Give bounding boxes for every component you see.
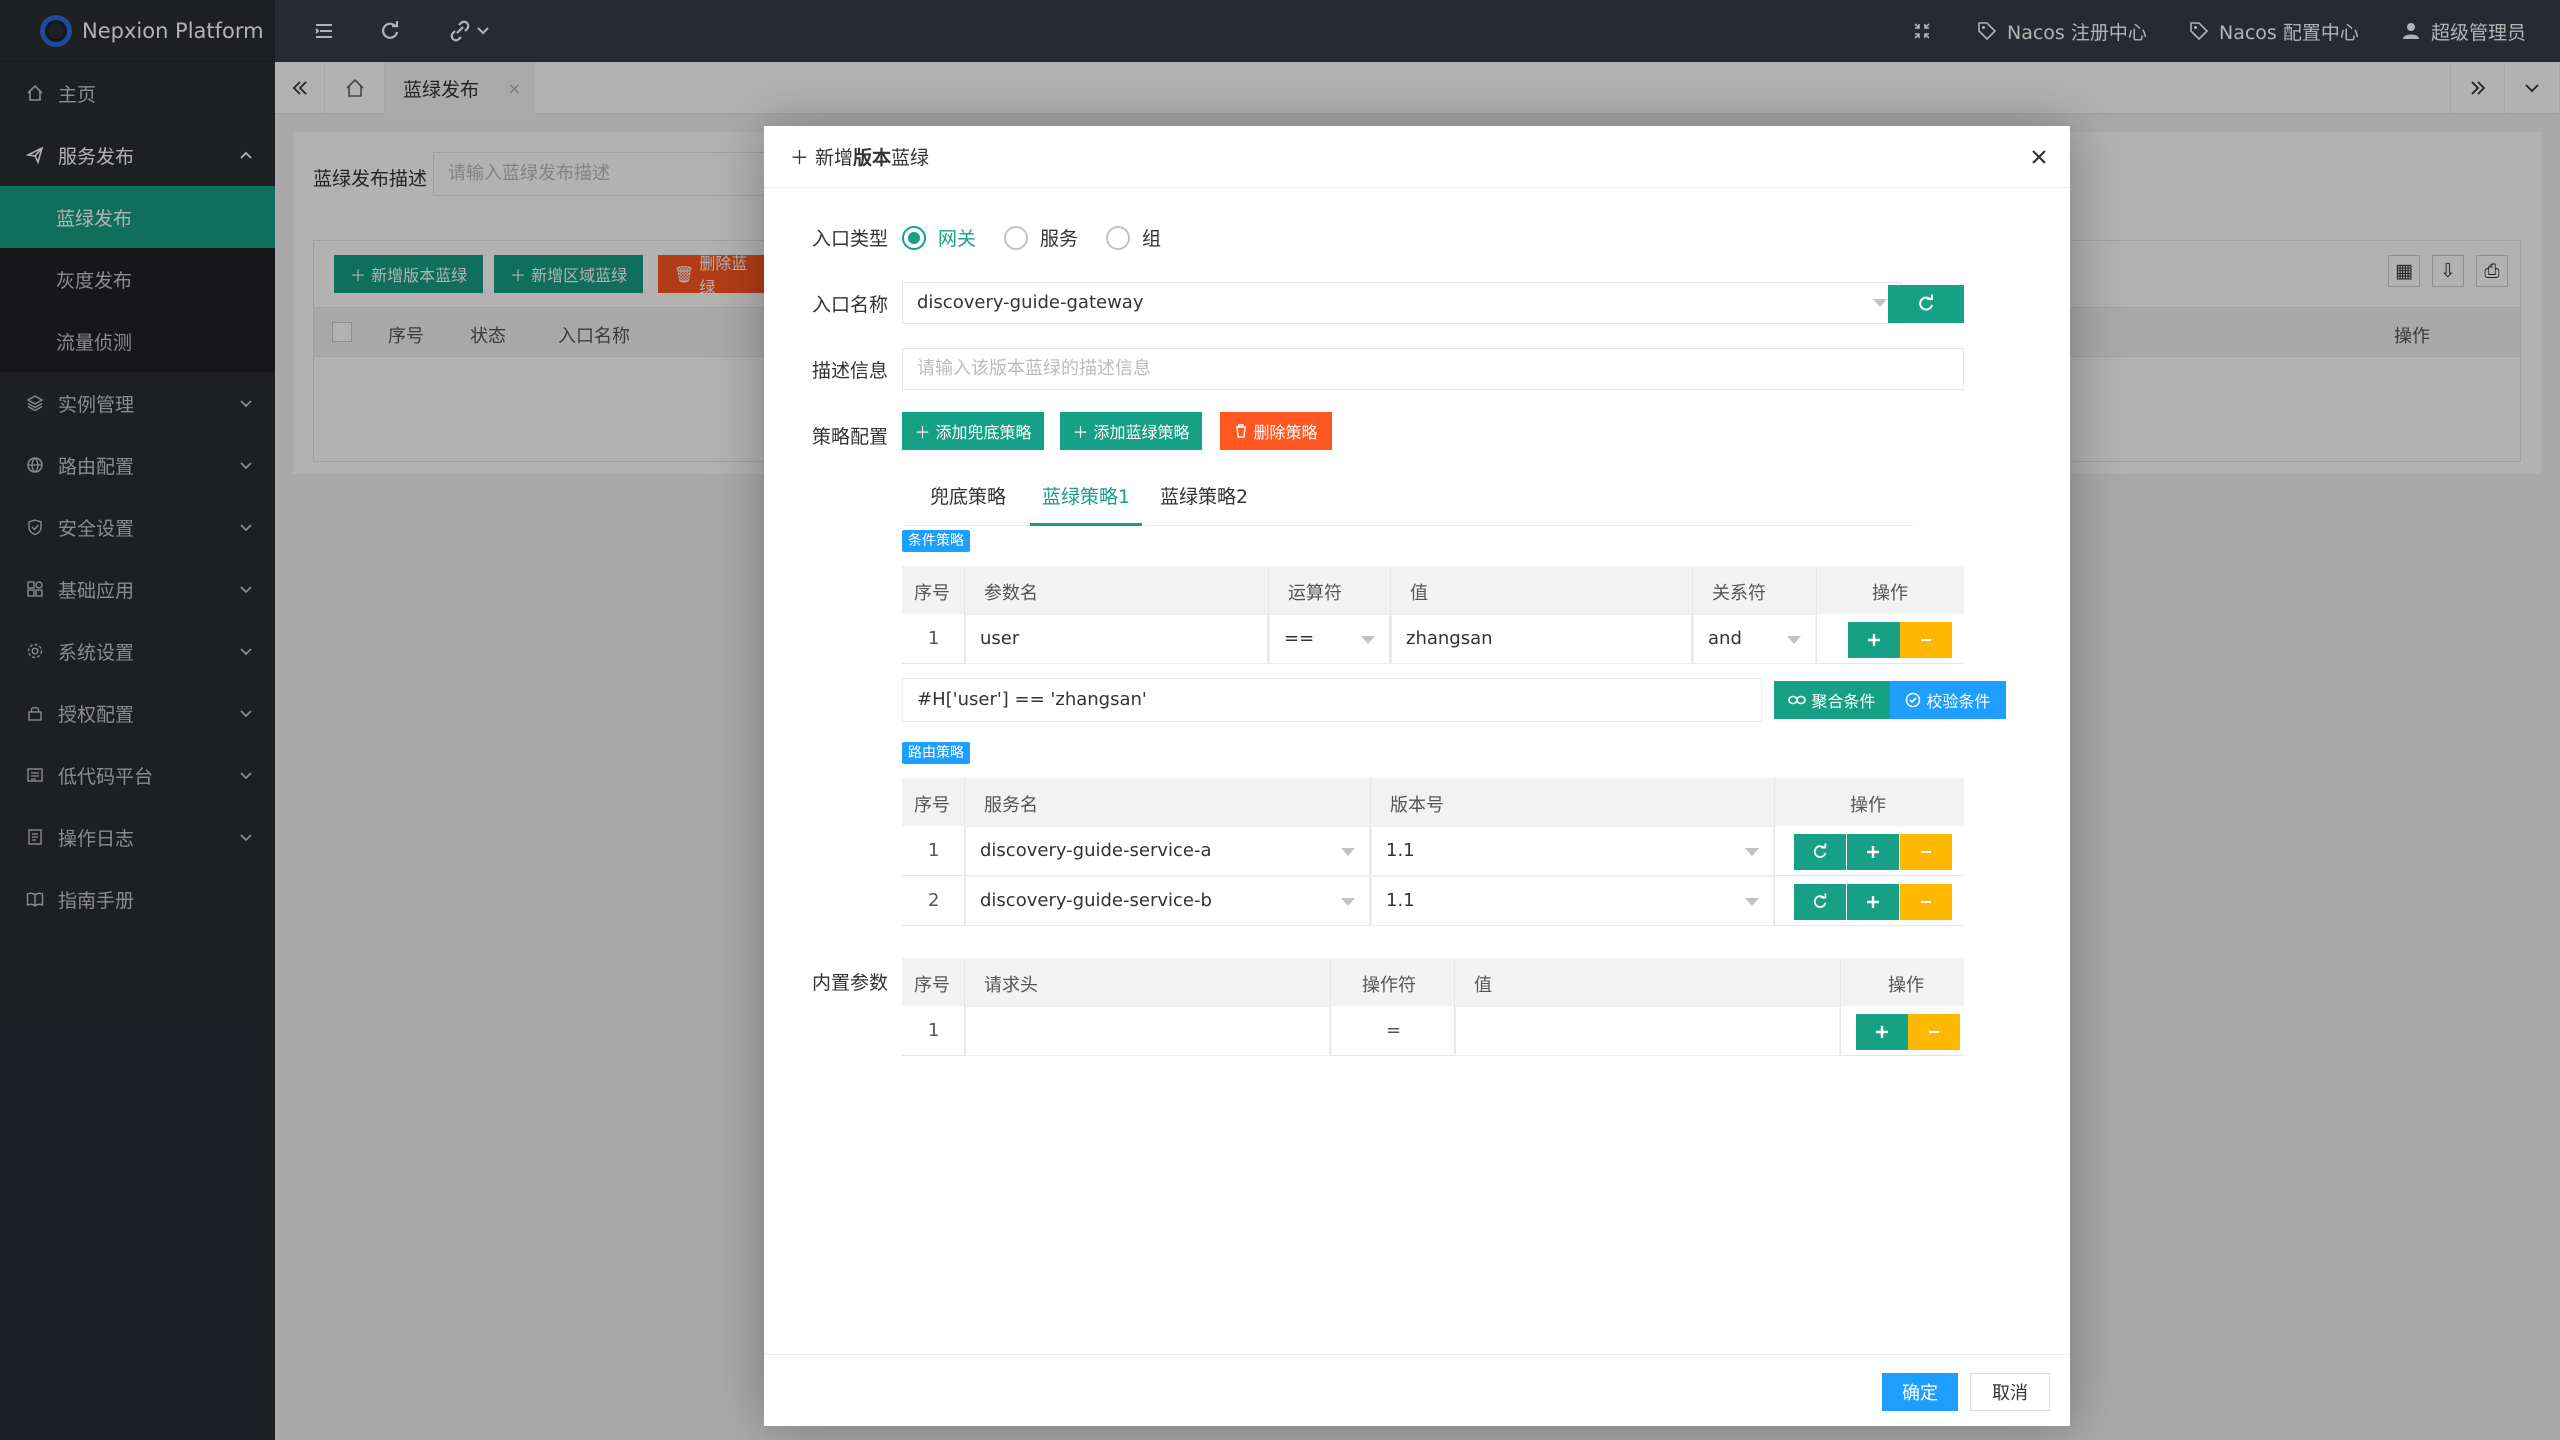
dialog-footer: 确定 取消 xyxy=(764,1354,2070,1426)
row-index: 2 xyxy=(928,890,940,911)
remove-route-row-button[interactable] xyxy=(1900,834,1952,870)
chevron-down-icon xyxy=(1361,636,1375,644)
strategy-label: 策略配置 xyxy=(812,426,889,448)
add-route-row-button[interactable] xyxy=(1847,834,1899,870)
minus-icon xyxy=(1921,901,1931,903)
description-input[interactable]: 请输入该版本蓝绿的描述信息 xyxy=(902,348,1964,390)
delete-strategy-button[interactable]: 删除策略 xyxy=(1220,412,1332,450)
minus-icon xyxy=(1929,1031,1939,1033)
plus-icon xyxy=(1867,896,1879,908)
chevron-down-icon xyxy=(1745,898,1759,906)
column-header: 版本号 xyxy=(1390,795,1444,816)
minus-icon xyxy=(1921,851,1931,853)
refresh-route-row-button[interactable] xyxy=(1794,834,1846,870)
column-header: 值 xyxy=(1474,975,1492,996)
refresh-icon xyxy=(1919,294,1933,311)
column-header: 序号 xyxy=(914,583,950,604)
route-strategy-badge: 路由策略 xyxy=(902,742,970,764)
chevron-down-icon xyxy=(1873,299,1887,307)
route-table: 序号 服务名 版本号 操作 1 discovery-guide-service-… xyxy=(902,778,1964,926)
relation-select[interactable]: and xyxy=(1693,614,1816,664)
description-label: 描述信息 xyxy=(812,360,889,382)
tab-bluegreen-strategy-1[interactable]: 蓝绿策略1 xyxy=(1030,474,1143,526)
minus-icon xyxy=(1921,639,1931,641)
builtin-operator: = xyxy=(1386,1020,1402,1041)
service-name-select[interactable]: discovery-guide-service-b xyxy=(965,876,1370,926)
refresh-icon xyxy=(1813,843,1827,858)
remove-condition-row-button[interactable] xyxy=(1900,622,1952,658)
remove-builtin-row-button[interactable] xyxy=(1908,1014,1960,1050)
chevron-down-icon xyxy=(1787,636,1801,644)
row-index: 1 xyxy=(928,1020,940,1041)
column-header: 操作 xyxy=(1872,583,1908,604)
tab-bluegreen-strategy-2[interactable]: 蓝绿策略2 xyxy=(1148,474,1260,526)
column-header: 值 xyxy=(1410,583,1428,604)
add-bluegreen-strategy-button[interactable]: ＋ 添加蓝绿策略 xyxy=(1060,412,1202,450)
column-header: 序号 xyxy=(914,975,950,996)
entry-type-gateway-radio[interactable]: 网关 xyxy=(902,224,976,251)
refresh-icon xyxy=(1813,893,1827,908)
row-index: 1 xyxy=(928,628,940,649)
param-name-input[interactable]: user xyxy=(965,614,1268,664)
plus-icon xyxy=(1867,846,1879,858)
request-header-input[interactable] xyxy=(965,1006,1330,1056)
column-header: 关系符 xyxy=(1712,583,1766,604)
title-suffix: 蓝绿 xyxy=(891,147,930,169)
column-header: 请求头 xyxy=(984,975,1038,996)
entry-name-label: 入口名称 xyxy=(812,294,889,316)
refresh-entry-button[interactable] xyxy=(1888,285,1964,323)
tab-default-strategy[interactable]: 兜底策略 xyxy=(918,474,1018,526)
builtin-params-table: 序号 请求头 操作符 值 操作 1 = xyxy=(902,958,1964,1056)
confirm-button[interactable]: 确定 xyxy=(1882,1373,1958,1411)
title-bold: 版本 xyxy=(853,147,892,169)
condition-strategy-badge: 条件策略 xyxy=(902,530,970,552)
link-icon xyxy=(1788,695,1807,705)
strategy-tabs: 兜底策略 蓝绿策略1 蓝绿策略2 xyxy=(904,474,1914,526)
add-route-row-button[interactable] xyxy=(1847,884,1899,920)
plus-icon xyxy=(1876,1026,1888,1038)
add-condition-row-button[interactable] xyxy=(1848,622,1900,658)
column-header: 操作 xyxy=(1850,795,1886,816)
entry-type-group-radio[interactable]: 组 xyxy=(1106,224,1161,251)
version-select[interactable]: 1.1 xyxy=(1371,826,1774,876)
operator-select[interactable]: == xyxy=(1269,614,1390,664)
remove-route-row-button[interactable] xyxy=(1900,884,1952,920)
aggregate-condition-button[interactable]: 聚合条件 xyxy=(1774,681,1890,719)
trash-icon xyxy=(1236,424,1247,438)
column-header: 服务名 xyxy=(984,795,1038,816)
version-select[interactable]: 1.1 xyxy=(1371,876,1774,926)
row-index: 1 xyxy=(928,840,940,861)
add-bluegreen-dialog: ＋ 新增 版本 蓝绿 入口类型 网关 服务 组 入口名称 discovery-gui… xyxy=(764,126,2070,1426)
service-name-select[interactable]: discovery-guide-service-a xyxy=(965,826,1370,876)
chevron-down-icon xyxy=(1341,898,1355,906)
chevron-down-icon xyxy=(1341,848,1355,856)
builtin-params-label: 内置参数 xyxy=(812,972,889,994)
add-default-strategy-button[interactable]: ＋ 添加兜底策略 xyxy=(902,412,1044,450)
column-header: 参数名 xyxy=(984,583,1038,604)
column-header: 序号 xyxy=(914,795,950,816)
plus-icon xyxy=(1868,634,1880,646)
column-header: 运算符 xyxy=(1288,583,1342,604)
verify-condition-button[interactable]: 校验条件 xyxy=(1890,681,2006,719)
refresh-route-row-button[interactable] xyxy=(1794,884,1846,920)
column-header: 操作 xyxy=(1888,975,1924,996)
check-circle-icon xyxy=(1906,692,1921,708)
close-icon[interactable] xyxy=(2026,144,2052,170)
builtin-value-input[interactable] xyxy=(1455,1006,1840,1056)
add-builtin-row-button[interactable] xyxy=(1856,1014,1908,1050)
chevron-down-icon xyxy=(1745,848,1759,856)
entry-type-service-radio[interactable]: 服务 xyxy=(1004,224,1078,251)
column-header: 操作符 xyxy=(1362,975,1416,996)
condition-table: 序号 参数名 运算符 值 关系符 操作 1 user == zhangsan a… xyxy=(902,566,1964,664)
dialog-title: ＋ 新增 版本 蓝绿 xyxy=(764,126,2070,188)
condition-expression-input[interactable]: #H['user'] == 'zhangsan' xyxy=(902,678,1762,722)
entry-type-label: 入口类型 xyxy=(812,228,889,250)
title-prefix: 新增 xyxy=(815,147,854,169)
cancel-button[interactable]: 取消 xyxy=(1970,1373,2050,1411)
entry-name-select[interactable]: discovery-guide-gateway xyxy=(902,282,1902,324)
value-input[interactable]: zhangsan xyxy=(1391,614,1692,664)
